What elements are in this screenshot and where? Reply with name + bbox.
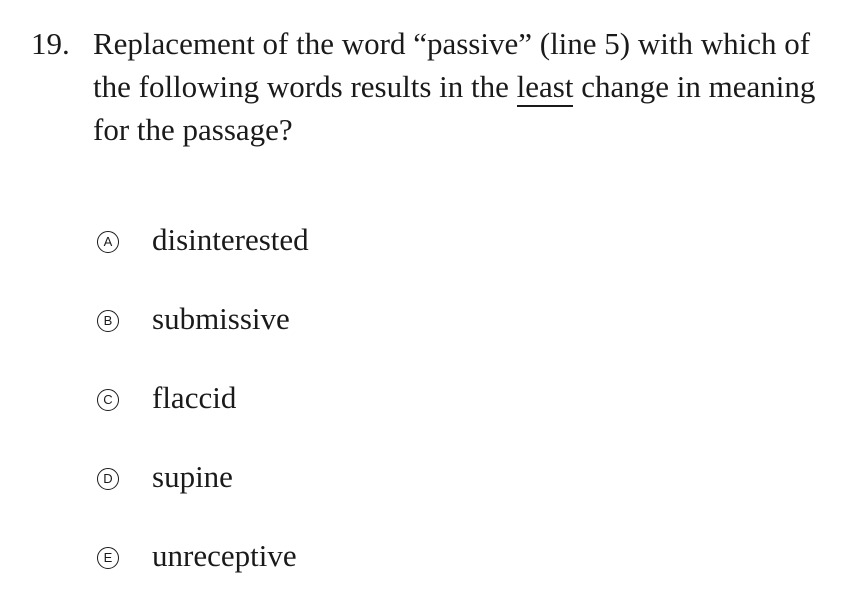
question-emphasis: least [516, 69, 574, 107]
question-number: 19. [31, 26, 70, 61]
choice-d[interactable]: D supine [97, 440, 309, 519]
choice-d-bubble[interactable]: D [97, 467, 119, 490]
choice-c-bubble[interactable]: C [97, 388, 119, 411]
question-text: Replacement of the word “passive” (line … [93, 22, 821, 151]
choice-b-bubble[interactable]: B [97, 309, 119, 332]
answer-choices: A disinterested B submissive C flaccid D… [97, 203, 309, 598]
choice-c-text: flaccid [152, 380, 237, 415]
choice-b-text: submissive [152, 301, 290, 336]
choice-e[interactable]: E unreceptive [97, 519, 309, 598]
choice-a-bubble[interactable]: A [97, 230, 119, 253]
choice-e-text: unreceptive [152, 538, 297, 573]
choice-a-text: disinterested [152, 222, 309, 257]
choice-d-text: supine [152, 459, 233, 494]
choice-b[interactable]: B submissive [97, 282, 309, 361]
question: 19. Replacement of the word “passive” (l… [31, 22, 821, 151]
choice-a[interactable]: A disinterested [97, 203, 309, 282]
choice-c[interactable]: C flaccid [97, 361, 309, 440]
choice-e-bubble[interactable]: E [97, 546, 119, 569]
